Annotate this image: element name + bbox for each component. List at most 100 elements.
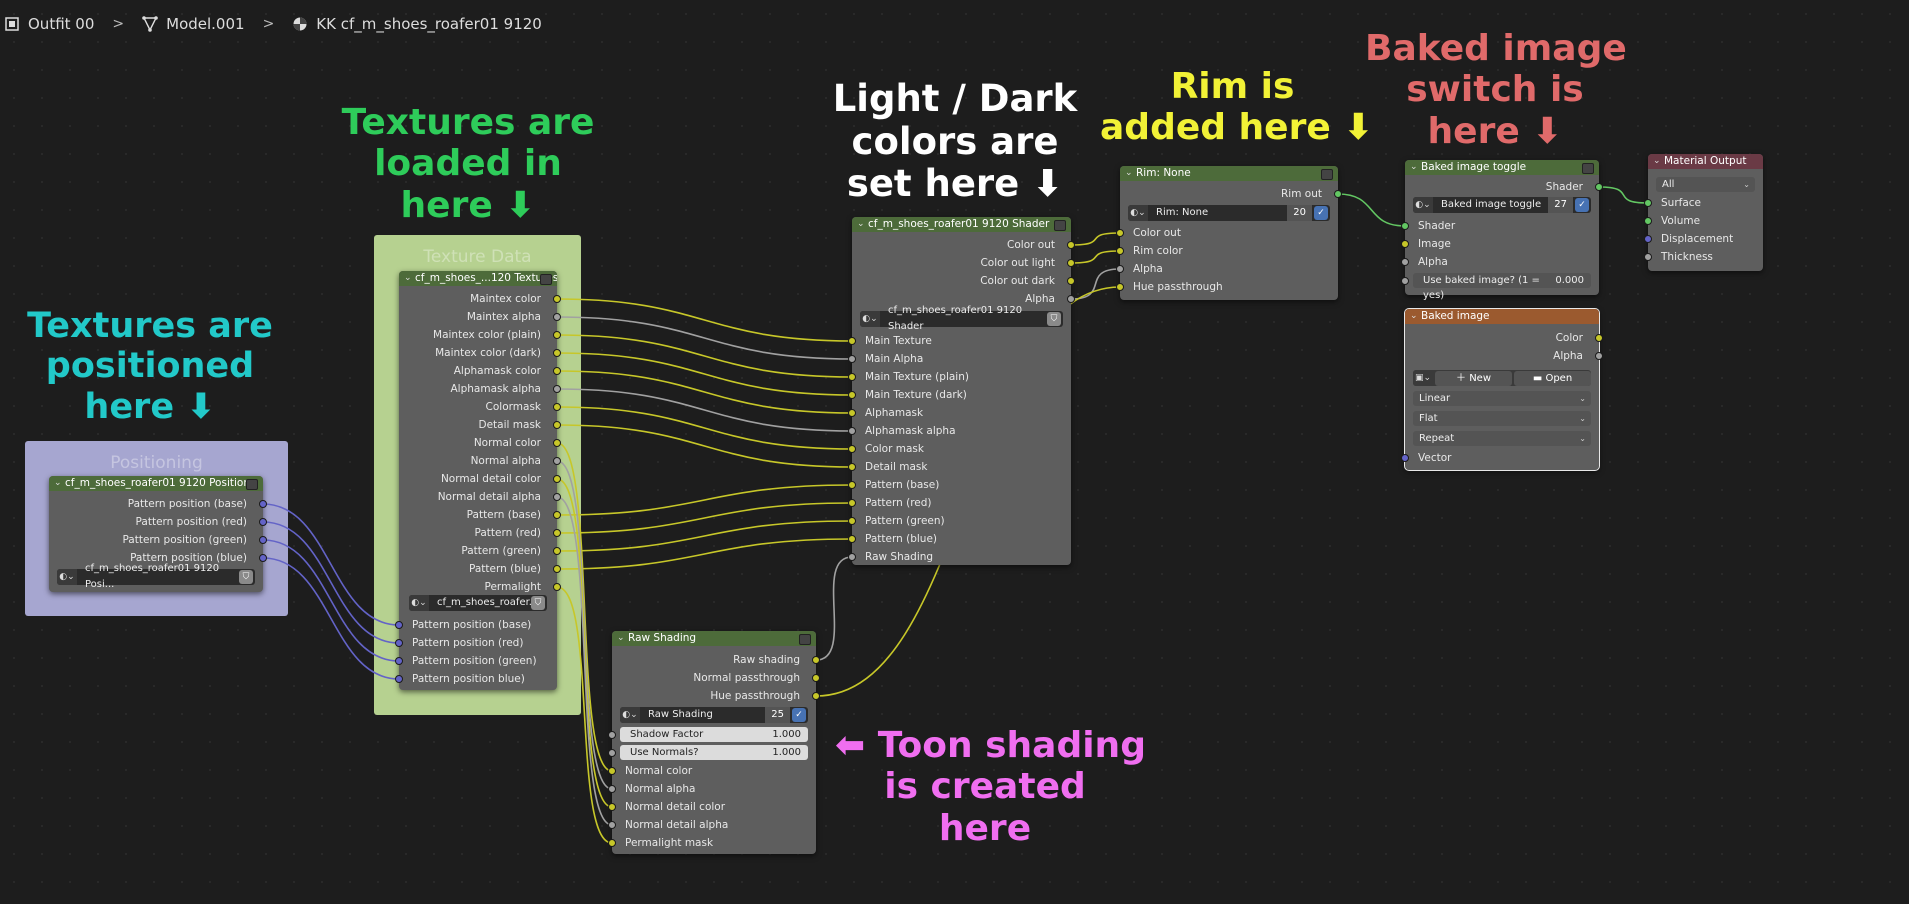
node-socket[interactable] (608, 785, 616, 793)
node-socket[interactable] (553, 529, 561, 537)
node-header[interactable]: ⌄ Material Output (1648, 154, 1763, 169)
node-socket[interactable] (553, 331, 561, 339)
node-header[interactable]: ⌄ Raw Shading (612, 631, 816, 646)
baked-toggle-node[interactable]: ⌄ Baked image toggle Shader ◐⌄ Baked image… (1405, 160, 1599, 301)
node-header[interactable]: ⌄ Baked image toggle (1405, 160, 1599, 175)
node-socket[interactable] (608, 839, 616, 847)
breadcrumb-material[interactable]: KK cf_m_shoes_roafer01 9120 (292, 15, 542, 33)
node-socket[interactable] (1116, 247, 1124, 255)
use-baked-image-field[interactable]: Use baked image? (1 = yes) 0.000 (1413, 273, 1591, 301)
node-socket[interactable] (848, 499, 856, 507)
node-socket[interactable] (395, 675, 403, 683)
node-socket[interactable] (608, 821, 616, 829)
node-socket[interactable] (848, 535, 856, 543)
node-socket[interactable] (1116, 265, 1124, 273)
shader-node[interactable]: ⌄ cf_m_shoes_roafer01 9120 Shader Color o… (852, 217, 1071, 565)
node-socket[interactable] (1401, 240, 1409, 248)
node-socket[interactable] (1401, 222, 1409, 230)
interpolation-dropdown[interactable]: Linear ⌄ (1413, 391, 1591, 406)
baked-image-node[interactable]: ⌄ Baked image Color Alpha ▣⌄ ＋ New ▬ Open… (1404, 308, 1600, 471)
node-socket[interactable] (395, 657, 403, 665)
node-socket[interactable] (553, 421, 561, 429)
node-socket[interactable] (395, 639, 403, 647)
node-socket[interactable] (1401, 258, 1409, 266)
node-group-selector[interactable]: ◐⌄ cf_m_shoes_roafer01 9120 Shader ⛉ (860, 305, 1063, 332)
node-socket[interactable] (608, 749, 616, 757)
breadcrumb-mesh[interactable]: Model.001 (142, 15, 245, 33)
shadow-factor-field[interactable]: Shadow Factor 1.000 (620, 727, 808, 742)
node-socket[interactable] (848, 391, 856, 399)
node-socket[interactable] (1644, 217, 1652, 225)
node-header[interactable]: ⌄ Baked image (1405, 309, 1599, 324)
node-group-selector[interactable]: ◐⌄ cf_m_shoes_roafer... ⛉ (409, 595, 547, 611)
projection-dropdown[interactable]: Flat ⌄ (1413, 411, 1591, 426)
use-normals-field[interactable]: Use Normals? 1.000 (620, 745, 808, 760)
textures-node[interactable]: ⌄ cf_m_shoes_...120 Textures Maintex colo… (399, 271, 557, 690)
node-socket[interactable] (1116, 283, 1124, 291)
node-socket[interactable] (1644, 235, 1652, 243)
node-header[interactable]: ⌄ Rim: None (1120, 166, 1338, 181)
node-socket[interactable] (553, 565, 561, 573)
node-socket[interactable] (395, 621, 403, 629)
node-socket[interactable] (553, 367, 561, 375)
node-socket[interactable] (1116, 229, 1124, 237)
node-socket[interactable] (812, 656, 820, 664)
node-socket[interactable] (1334, 190, 1342, 198)
node-socket[interactable] (1595, 352, 1603, 360)
node-socket[interactable] (848, 409, 856, 417)
breadcrumb-object[interactable]: Outfit 00 (4, 15, 94, 33)
node-socket[interactable] (1401, 454, 1409, 462)
node-group-selector[interactable]: ◐⌄ Baked image toggle 27 ✓ (1413, 197, 1591, 213)
node-socket[interactable] (848, 463, 856, 471)
node-socket[interactable] (1067, 277, 1075, 285)
node-group-selector[interactable]: ◐⌄ cf_m_shoes_roafer01 9120 Posi... ⛉ (57, 563, 255, 590)
open-image-button[interactable]: ▬ Open (1514, 370, 1591, 386)
node-socket[interactable] (848, 355, 856, 363)
node-socket[interactable] (608, 803, 616, 811)
node-socket[interactable] (1595, 334, 1603, 342)
node-socket[interactable] (1067, 259, 1075, 267)
image-selector[interactable]: ▣⌄ ＋ New ▬ Open (1413, 370, 1591, 386)
node-socket[interactable] (1644, 253, 1652, 261)
rim-node[interactable]: ⌄ Rim: None Rim out ◐⌄ Rim: None 20 ✓ Color … (1120, 166, 1338, 300)
node-socket[interactable] (553, 475, 561, 483)
node-socket[interactable] (608, 731, 616, 739)
node-socket[interactable] (1067, 241, 1075, 249)
node-socket[interactable] (553, 403, 561, 411)
material-output-node[interactable]: ⌄ Material Output All ⌄ Surface Volume Dis… (1648, 154, 1763, 271)
new-image-button[interactable]: ＋ New (1435, 370, 1512, 386)
extension-dropdown[interactable]: Repeat ⌄ (1413, 431, 1591, 446)
node-socket[interactable] (259, 518, 267, 526)
node-socket[interactable] (259, 554, 267, 562)
node-socket[interactable] (848, 337, 856, 345)
node-socket[interactable] (259, 500, 267, 508)
node-socket[interactable] (848, 517, 856, 525)
node-socket[interactable] (848, 445, 856, 453)
node-header[interactable]: ⌄ cf_m_shoes_roafer01 9120 Shader (852, 217, 1071, 232)
node-socket[interactable] (848, 481, 856, 489)
node-header[interactable]: ⌄ cf_m_shoes_roafer01 9120 Position (49, 476, 263, 491)
node-socket[interactable] (553, 439, 561, 447)
node-socket[interactable] (1067, 295, 1075, 303)
node-socket[interactable] (553, 385, 561, 393)
node-socket[interactable] (553, 349, 561, 357)
raw-shading-node[interactable]: ⌄ Raw Shading Raw shading Normal passthro… (612, 631, 816, 854)
node-socket[interactable] (608, 767, 616, 775)
node-socket[interactable] (553, 295, 561, 303)
target-dropdown[interactable]: All ⌄ (1656, 177, 1755, 192)
node-socket[interactable] (553, 583, 561, 591)
node-socket[interactable] (553, 457, 561, 465)
node-socket[interactable] (259, 536, 267, 544)
node-socket[interactable] (848, 427, 856, 435)
node-socket[interactable] (848, 553, 856, 561)
node-socket[interactable] (553, 493, 561, 501)
node-header[interactable]: ⌄ cf_m_shoes_...120 Textures (399, 271, 557, 286)
node-socket[interactable] (553, 511, 561, 519)
node-socket[interactable] (1401, 277, 1409, 285)
node-socket[interactable] (553, 313, 561, 321)
node-group-selector[interactable]: ◐⌄ Raw Shading 25 ✓ (620, 707, 808, 723)
node-socket[interactable] (1595, 183, 1603, 191)
node-socket[interactable] (553, 547, 561, 555)
node-socket[interactable] (812, 692, 820, 700)
node-group-selector[interactable]: ◐⌄ Rim: None 20 ✓ (1128, 205, 1330, 221)
